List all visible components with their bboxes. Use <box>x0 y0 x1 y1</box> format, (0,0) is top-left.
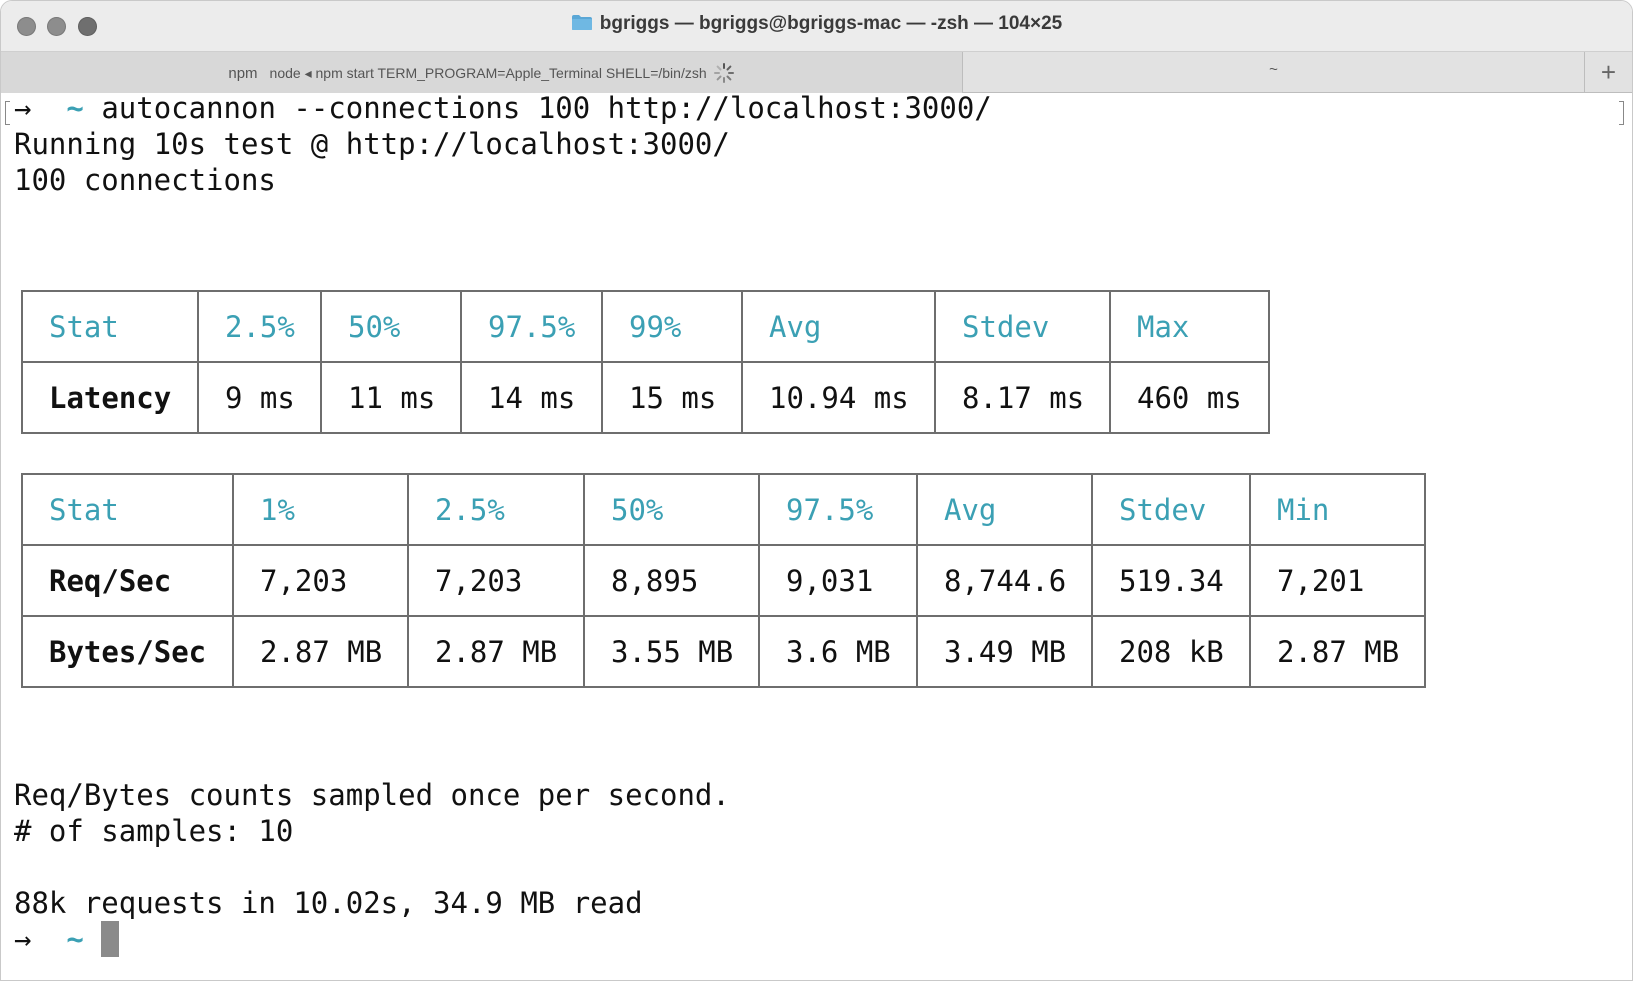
command-line: → ~ autocannon --connections 100 http://… <box>14 90 992 126</box>
text-cursor <box>101 921 120 957</box>
output-running: Running 10s test @ http://localhost:3000… <box>14 127 730 161</box>
tab-npm[interactable]: npm node ◂ npm start TERM_PROGRAM=Apple_T… <box>1 52 963 93</box>
throughput-header-cell: Stat <box>21 473 234 546</box>
latency-cell: 8.17 ms <box>934 361 1111 434</box>
throughput-header-row: Stat 1% 2.5% 50% 97.5% Avg Stdev Min <box>21 473 1426 546</box>
latency-header-row: Stat 2.5% 50% 97.5% 99% Avg Stdev Max <box>21 290 1270 363</box>
throughput-header-cell: Avg <box>916 473 1093 546</box>
new-tab-button[interactable]: + <box>1584 52 1632 93</box>
throughput-header-cell: 97.5% <box>758 473 918 546</box>
window-title-wrap: bgriggs — bgriggs@bgriggs-mac — -zsh — 1… <box>1 13 1632 35</box>
tab-home[interactable]: ~ <box>963 52 1584 93</box>
throughput-header-cell: 1% <box>232 473 409 546</box>
reqsec-cell: 519.34 <box>1091 544 1251 617</box>
terminal-window: bgriggs — bgriggs@bgriggs-mac — -zsh — 1… <box>0 0 1633 981</box>
table-row: Latency 9 ms 11 ms 14 ms 15 ms 10.94 ms … <box>21 361 1270 434</box>
latency-row-label: Latency <box>21 361 199 434</box>
prompt-line: → ~ <box>14 921 120 957</box>
throughput-header-cell: 50% <box>583 473 760 546</box>
bytessec-cell: 3.49 MB <box>916 615 1093 688</box>
throughput-header-cell: 2.5% <box>407 473 585 546</box>
bytessec-cell: 3.6 MB <box>758 615 918 688</box>
tab-process-name: npm <box>228 65 258 82</box>
title-bar: bgriggs — bgriggs@bgriggs-mac — -zsh — 1… <box>1 1 1632 51</box>
tab-npm-label: npm node ◂ npm start TERM_PROGRAM=Apple_T… <box>1 62 962 84</box>
reqsec-cell: 7,203 <box>407 544 585 617</box>
tab-bar: npm node ◂ npm start TERM_PROGRAM=Apple_T… <box>1 51 1632 93</box>
reqsec-cell: 8,895 <box>583 544 760 617</box>
reqsec-cell: 9,031 <box>758 544 918 617</box>
command-text: autocannon --connections 100 http://loca… <box>101 91 992 125</box>
output-sampled: Req/Bytes counts sampled once per second… <box>14 778 730 812</box>
mark-bracket-right <box>1619 101 1624 125</box>
latency-header-cell: 99% <box>601 290 743 363</box>
bytessec-row-label: Bytes/Sec <box>21 615 234 688</box>
latency-header-cell: 50% <box>320 290 462 363</box>
mark-bracket-left <box>5 101 10 125</box>
latency-header-cell: Stat <box>21 290 199 363</box>
terminal-content[interactable]: → ~ autocannon --connections 100 http://… <box>1 90 1632 980</box>
latency-header-cell: 97.5% <box>460 290 603 363</box>
throughput-header-cell: Stdev <box>1091 473 1251 546</box>
bytessec-cell: 208 kB <box>1091 615 1251 688</box>
latency-cell: 460 ms <box>1109 361 1270 434</box>
reqsec-cell: 8,744.6 <box>916 544 1093 617</box>
latency-cell: 10.94 ms <box>741 361 936 434</box>
latency-cell: 9 ms <box>197 361 322 434</box>
output-summary: 88k requests in 10.02s, 34.9 MB read <box>14 886 643 920</box>
latency-header-cell: Stdev <box>934 290 1111 363</box>
prompt-arrow: → <box>14 91 32 125</box>
latency-cell: 11 ms <box>320 361 462 434</box>
reqsec-row-label: Req/Sec <box>21 544 234 617</box>
activity-spinner-icon <box>713 62 735 84</box>
output-connections: 100 connections <box>14 163 276 197</box>
throughput-table: Stat 1% 2.5% 50% 97.5% Avg Stdev Min Req… <box>21 473 1426 688</box>
prompt-tilde: ~ <box>66 91 84 125</box>
tab-command-text: node ◂ npm start TERM_PROGRAM=Apple_Term… <box>269 65 707 81</box>
latency-cell: 15 ms <box>601 361 743 434</box>
reqsec-cell: 7,201 <box>1249 544 1426 617</box>
bytessec-cell: 2.87 MB <box>232 615 409 688</box>
folder-icon <box>571 14 593 31</box>
bytessec-cell: 3.55 MB <box>583 615 760 688</box>
tab-home-label: ~ <box>1269 61 1278 78</box>
bytessec-cell: 2.87 MB <box>1249 615 1426 688</box>
table-row: Bytes/Sec 2.87 MB 2.87 MB 3.55 MB 3.6 MB… <box>21 615 1426 688</box>
latency-table: Stat 2.5% 50% 97.5% 99% Avg Stdev Max La… <box>21 290 1270 434</box>
latency-header-cell: 2.5% <box>197 290 322 363</box>
prompt-tilde: ~ <box>66 922 84 956</box>
latency-cell: 14 ms <box>460 361 603 434</box>
window-title: bgriggs — bgriggs@bgriggs-mac — -zsh — 1… <box>599 13 1063 34</box>
latency-header-cell: Avg <box>741 290 936 363</box>
table-row: Req/Sec 7,203 7,203 8,895 9,031 8,744.6 … <box>21 544 1426 617</box>
bytessec-cell: 2.87 MB <box>407 615 585 688</box>
reqsec-cell: 7,203 <box>232 544 409 617</box>
throughput-header-cell: Min <box>1249 473 1426 546</box>
prompt-arrow: → <box>14 922 32 956</box>
output-samples: # of samples: 10 <box>14 814 294 848</box>
latency-header-cell: Max <box>1109 290 1270 363</box>
